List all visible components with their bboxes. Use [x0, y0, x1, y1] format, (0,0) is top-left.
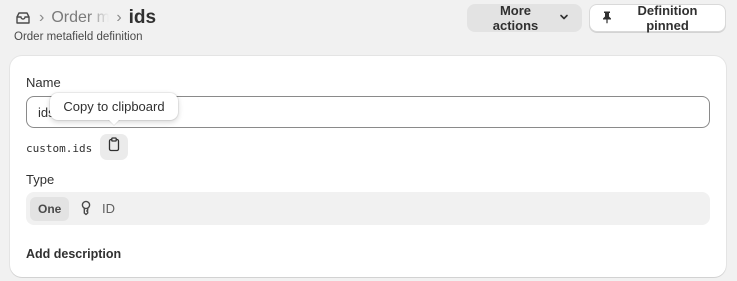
copy-tooltip-text: Copy to clipboard [63, 99, 165, 114]
page-subtitle: Order metafield definition [14, 31, 143, 43]
clipboard-icon [107, 137, 121, 157]
breadcrumb-parent-link[interactable]: Order metafields [51, 8, 109, 28]
type-field: One ID [26, 192, 710, 225]
add-description-button[interactable]: Add description [26, 247, 121, 261]
more-actions-label: More actions [492, 3, 539, 33]
namespace-key: custom.ids [26, 142, 93, 155]
name-label: Name [26, 75, 61, 90]
type-cardinality-badge: One [30, 197, 70, 221]
page-header: › Order metafields › ids Order metafield… [0, 0, 737, 52]
type-label: Type [26, 172, 55, 187]
page-title: ids [128, 7, 157, 28]
pin-icon [600, 10, 614, 27]
metafields-icon[interactable] [14, 9, 32, 27]
tooltip-arrow [108, 119, 120, 125]
more-actions-button[interactable]: More actions [467, 3, 582, 33]
key-icon [78, 200, 94, 216]
definition-pinned-label: Definition pinned [637, 3, 698, 33]
breadcrumb-separator: › [116, 9, 122, 26]
copy-tooltip: Copy to clipboard [50, 93, 178, 125]
definition-card: Name Copy to clipboard custom.ids Type O… [10, 56, 726, 277]
breadcrumb-separator: › [39, 9, 45, 26]
definition-pinned-button[interactable]: Definition pinned [589, 3, 726, 33]
type-value: ID [102, 201, 115, 216]
chevron-down-icon [558, 11, 570, 26]
breadcrumb: › Order metafields › ids [14, 6, 156, 30]
copy-to-clipboard-button[interactable] [100, 134, 128, 160]
